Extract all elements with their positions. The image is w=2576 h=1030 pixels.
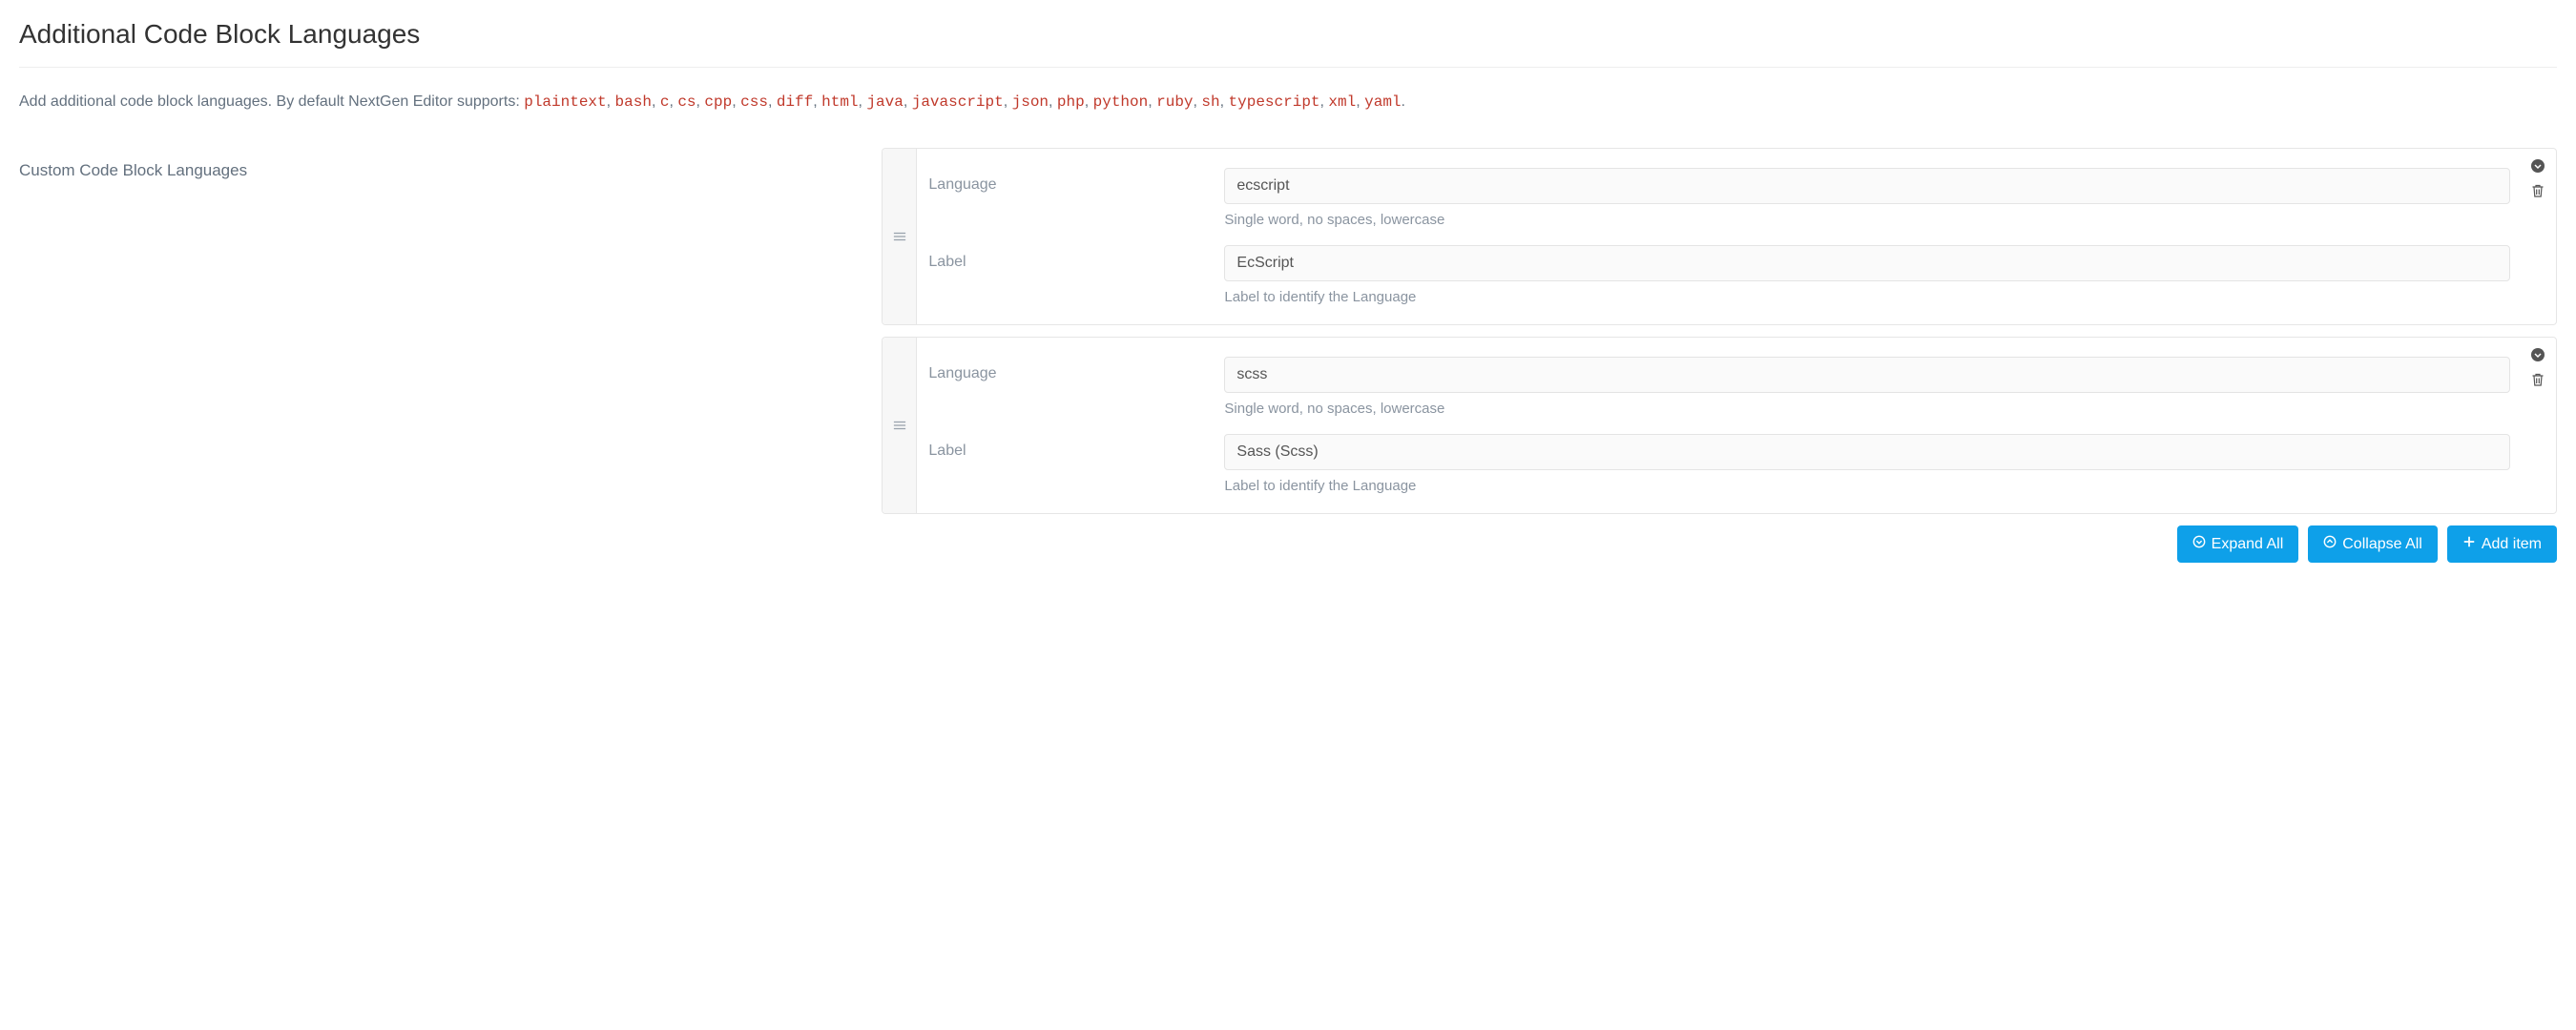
page-title: Additional Code Block Languages	[19, 19, 2557, 68]
lang-code: bash	[615, 93, 652, 111]
list-item: Language Single word, no spaces, lowerca…	[882, 337, 2557, 514]
lang-code: xml	[1328, 93, 1356, 111]
label-input[interactable]	[1224, 245, 2510, 281]
language-help-text: Single word, no spaces, lowercase	[1224, 401, 2510, 417]
section-label: Custom Code Block Languages	[19, 148, 882, 180]
collapse-item-button[interactable]	[2529, 347, 2546, 364]
lang-code: java	[866, 93, 903, 111]
chevron-down-circle-icon	[2192, 535, 2206, 553]
expand-all-button[interactable]: Expand All	[2177, 525, 2299, 563]
add-item-button[interactable]: Add item	[2447, 525, 2557, 563]
lang-code: sh	[1201, 93, 1219, 111]
lang-code: cpp	[704, 93, 732, 111]
chevron-down-circle-icon	[2530, 158, 2545, 176]
delete-item-button[interactable]	[2529, 372, 2546, 389]
language-help-text: Single word, no spaces, lowercase	[1224, 212, 2510, 228]
trash-icon	[2530, 372, 2545, 390]
button-label: Collapse All	[2342, 536, 2422, 553]
lang-code: plaintext	[524, 93, 606, 111]
lang-code: css	[740, 93, 768, 111]
lang-code: ruby	[1156, 93, 1193, 111]
language-input[interactable]	[1224, 168, 2510, 204]
label-help-text: Label to identify the Language	[1224, 289, 2510, 305]
lang-code: json	[1012, 93, 1049, 111]
lang-code: javascript	[912, 93, 1004, 111]
lang-code: yaml	[1364, 93, 1401, 111]
label-field-label: Label	[928, 434, 1224, 460]
drag-handle-icon[interactable]	[883, 149, 917, 324]
label-input[interactable]	[1224, 434, 2510, 470]
language-input[interactable]	[1224, 357, 2510, 393]
plus-icon	[2462, 535, 2476, 553]
list-item: Language Single word, no spaces, lowerca…	[882, 148, 2557, 325]
button-label: Add item	[2482, 536, 2542, 553]
label-field-label: Label	[928, 245, 1224, 271]
lang-code: python	[1093, 93, 1149, 111]
lang-code: cs	[677, 93, 696, 111]
language-field-label: Language	[928, 357, 1224, 382]
lang-code: html	[821, 93, 858, 111]
delete-item-button[interactable]	[2529, 183, 2546, 200]
label-help-text: Label to identify the Language	[1224, 478, 2510, 494]
drag-handle-icon[interactable]	[883, 338, 917, 513]
lang-code: typescript	[1229, 93, 1320, 111]
button-label: Expand All	[2212, 536, 2284, 553]
chevron-down-circle-icon	[2530, 347, 2545, 365]
chevron-up-circle-icon	[2323, 535, 2337, 553]
lang-code: php	[1057, 93, 1085, 111]
intro-text: Add additional code block languages. By …	[19, 91, 2557, 113]
lang-code: c	[660, 93, 670, 111]
trash-icon	[2530, 183, 2545, 201]
lang-code: diff	[777, 93, 813, 111]
language-field-label: Language	[928, 168, 1224, 194]
collapse-item-button[interactable]	[2529, 158, 2546, 175]
collapse-all-button[interactable]: Collapse All	[2308, 525, 2438, 563]
